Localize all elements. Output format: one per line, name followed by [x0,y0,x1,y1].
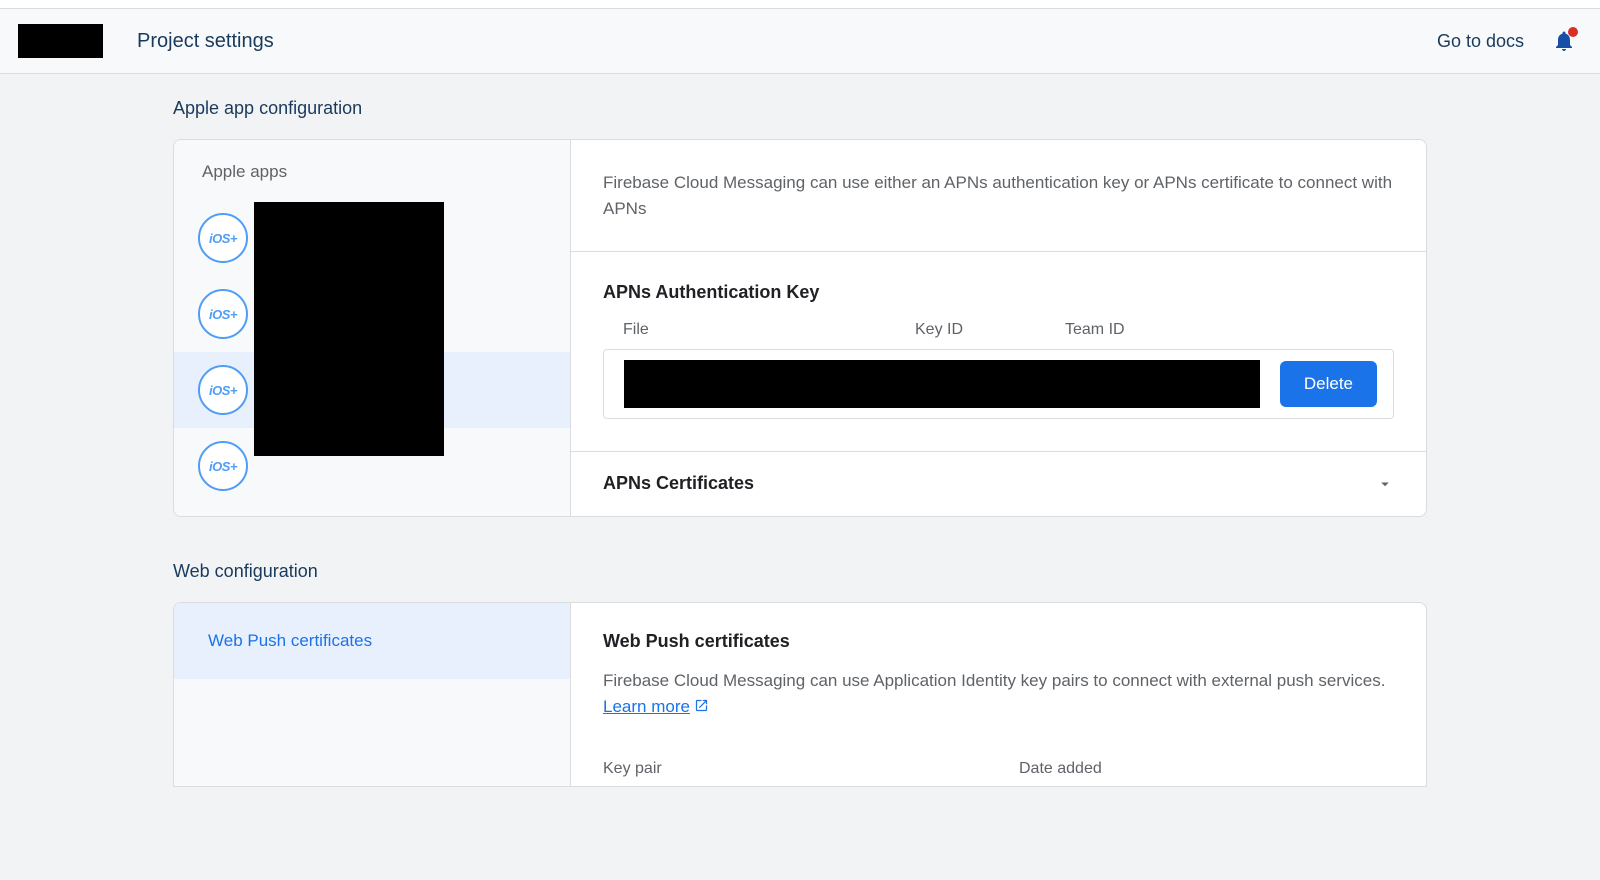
page-content: Apple app configuration Apple apps iOS+ … [173,74,1427,787]
apple-detail-panel: Firebase Cloud Messaging can use either … [571,140,1426,516]
apns-key-values-redacted [624,360,1260,408]
ios-platform-icon: iOS+ [198,365,248,415]
section-title-web: Web configuration [173,561,1427,582]
apns-certificates-heading: APNs Certificates [603,473,754,494]
delete-apns-key-button[interactable]: Delete [1280,361,1377,407]
web-detail-panel: Web Push certificates Firebase Cloud Mes… [571,603,1426,787]
web-push-description-text: Firebase Cloud Messaging can use Applica… [603,671,1385,690]
web-left-panel: Web Push certificates [174,603,571,787]
section-title-apple: Apple app configuration [173,98,1427,119]
open-in-new-icon [694,698,709,713]
column-header-team-id: Team ID [1065,321,1394,339]
web-push-certificates-nav-item[interactable]: Web Push certificates [174,603,570,679]
notifications-unread-dot-icon [1568,27,1578,37]
header-bar: Project settings Go to docs [0,9,1600,74]
learn-more-label: Learn more [603,697,690,716]
project-logo-redacted [18,24,103,58]
apple-apps-panel-title: Apple apps [174,162,570,200]
web-push-description: Firebase Cloud Messaging can use Applica… [603,668,1394,721]
apns-lead-text: Firebase Cloud Messaging can use either … [571,140,1426,252]
window-chrome-strip [0,0,1600,9]
web-config-card: Web Push certificates Web Push certifica… [173,602,1427,788]
apns-auth-key-section: APNs Authentication Key File Key ID Team… [571,252,1426,452]
apple-app-names-redacted [254,202,444,456]
apple-apps-panel: Apple apps iOS+ iOS+ iOS+ iOS+ [174,140,571,516]
ios-platform-icon: iOS+ [198,289,248,339]
notifications-bell-icon[interactable] [1552,29,1576,53]
page-title: Project settings [137,30,274,53]
apns-certificates-toggle[interactable]: APNs Certificates [571,452,1426,516]
apns-key-column-headers: File Key ID Team ID [603,321,1394,349]
web-push-title: Web Push certificates [603,631,1394,652]
ios-platform-icon: iOS+ [198,441,248,491]
apns-key-row: Delete [603,349,1394,419]
ios-platform-icon: iOS+ [198,213,248,263]
column-header-file: File [623,321,915,339]
learn-more-link[interactable]: Learn more [603,697,709,716]
web-push-column-headers: Key pair Date added [603,760,1394,786]
chevron-down-icon [1376,475,1394,493]
apns-auth-key-heading: APNs Authentication Key [603,282,1394,303]
go-to-docs-link[interactable]: Go to docs [1437,31,1524,52]
column-header-key-pair: Key pair [603,760,1019,778]
apple-config-card: Apple apps iOS+ iOS+ iOS+ iOS+ Firebase … [173,139,1427,517]
column-header-key-id: Key ID [915,321,1065,339]
column-header-date-added: Date added [1019,760,1102,778]
